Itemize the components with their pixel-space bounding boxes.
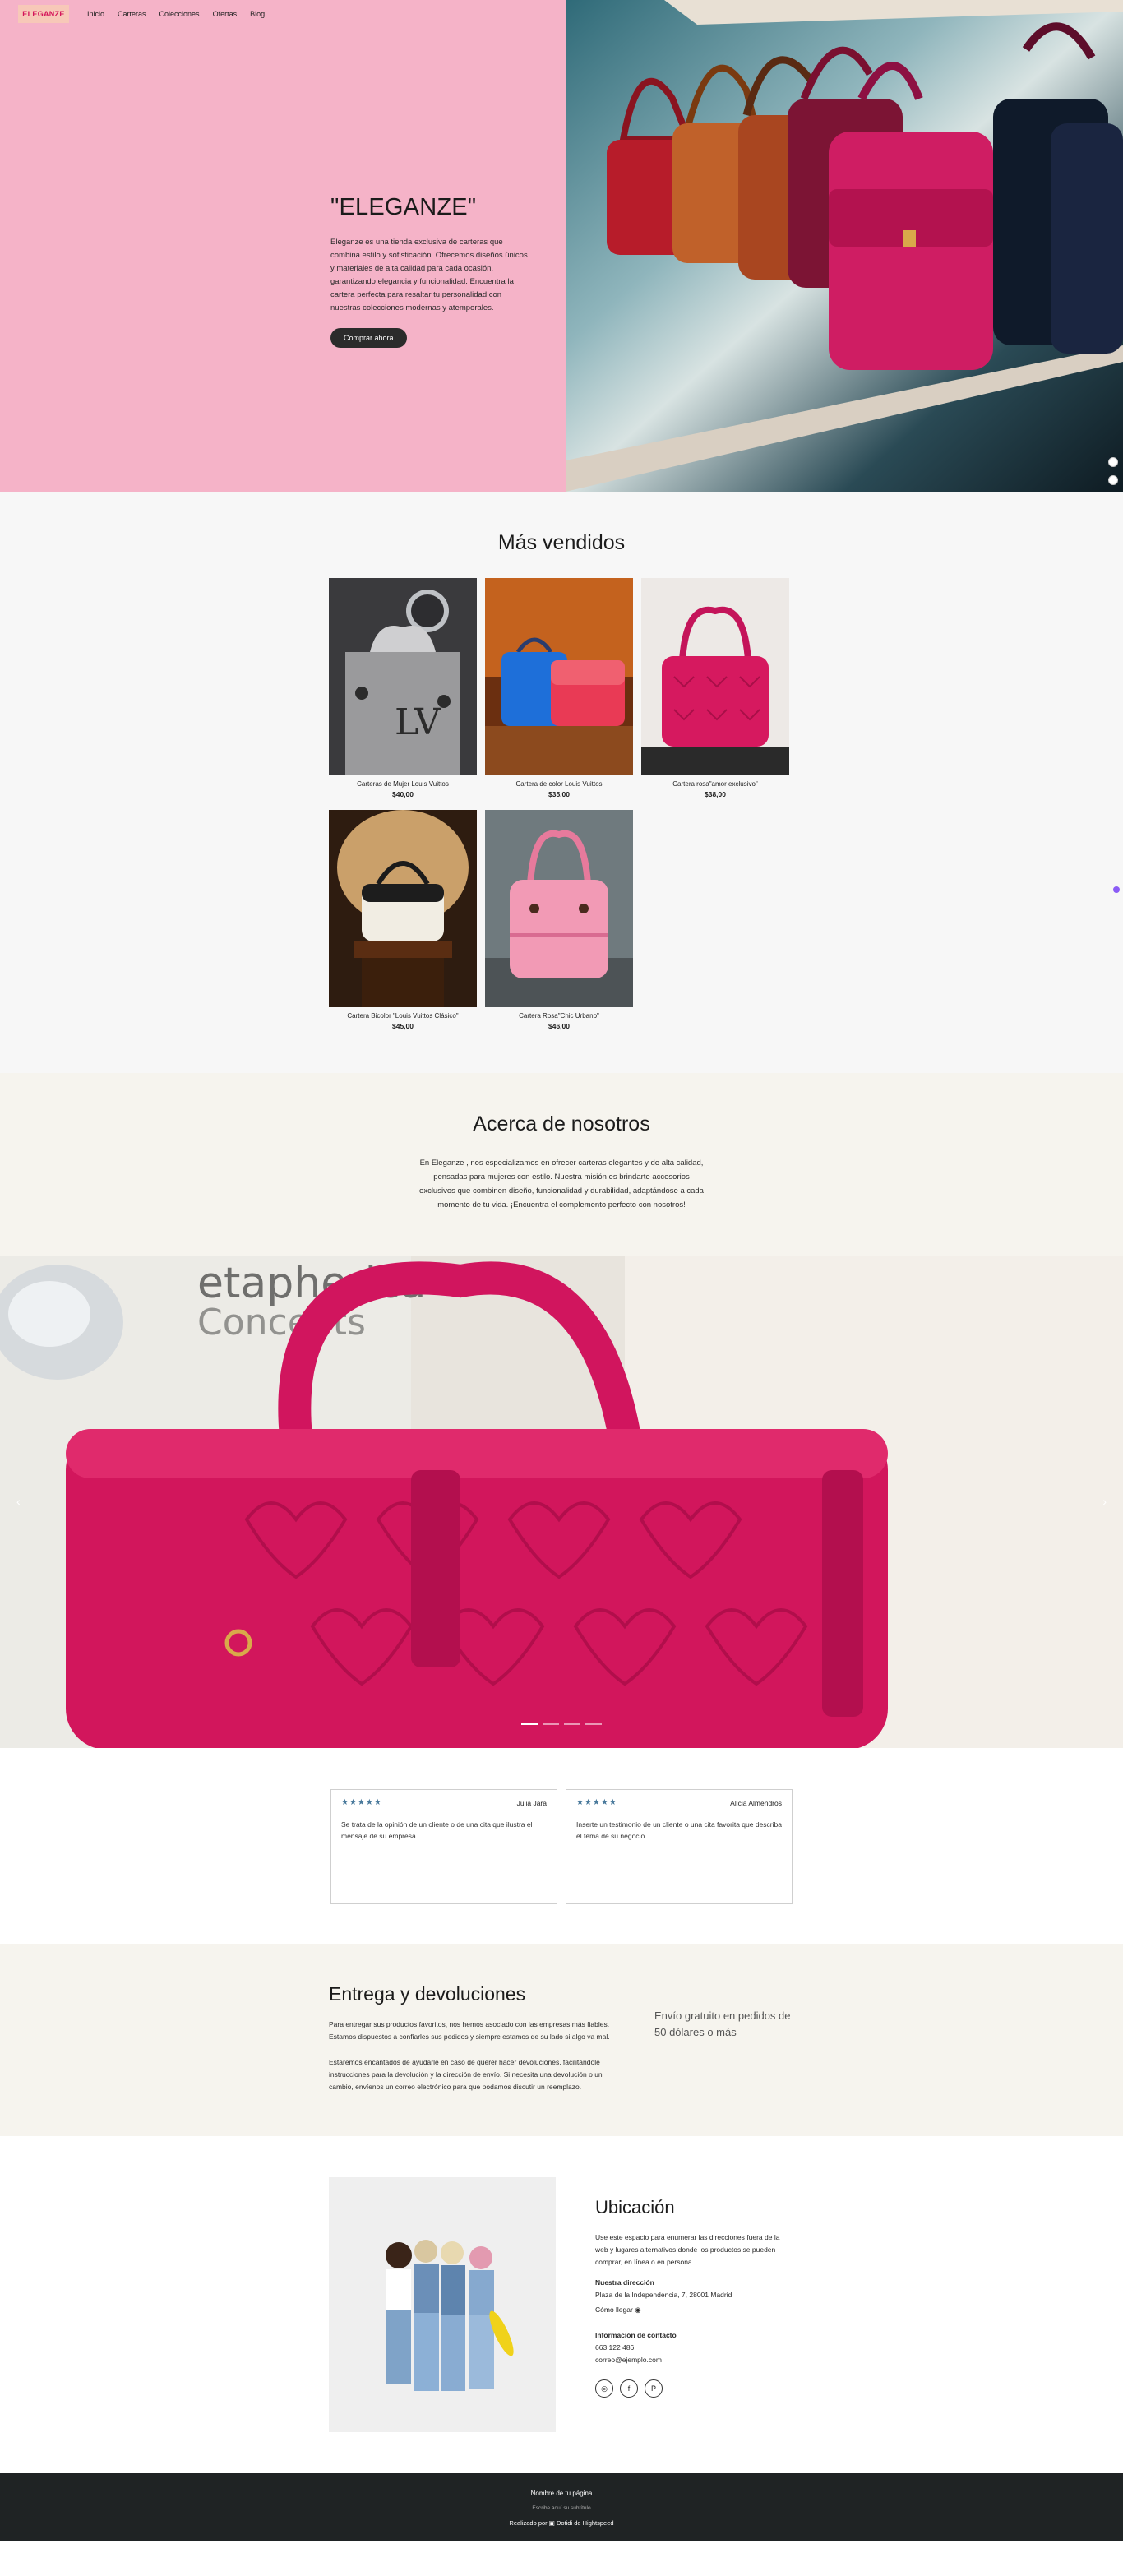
floating-action-icon[interactable] — [1108, 475, 1118, 485]
slider-prev-icon[interactable]: ‹ — [16, 1495, 21, 1508]
reviewer-name: Julia Jara — [516, 1798, 547, 1807]
bestsellers-title: Más vendidos — [497, 531, 626, 554]
product-price: $38,00 — [705, 790, 726, 798]
nav-item-inicio[interactable]: Inicio — [87, 10, 104, 18]
facebook-icon[interactable]: f — [620, 2379, 638, 2398]
reviews-section: ★★★★★ Julia Jara Se trata de la opinión … — [0, 1748, 1123, 1944]
phone-text[interactable]: 663 122 486 — [595, 2342, 794, 2354]
hero-image — [566, 0, 1123, 492]
chat-widget-icon[interactable] — [1113, 886, 1120, 893]
hero-section: ELEGANZE Inicio Carteras Colecciones Ofe… — [0, 0, 1123, 492]
site-logo[interactable]: ELEGANZE — [18, 5, 69, 23]
social-links: ◎ f P — [595, 2379, 794, 2398]
rating-stars-icon: ★★★★★ — [341, 1798, 382, 1807]
product-card[interactable]: Cartera Rosa"Chic Urbano" $46,00 — [485, 810, 633, 1030]
product-card[interactable]: Cartera Bicolor "Louis Vuittos Clásico" … — [329, 810, 477, 1030]
svg-text:LV: LV — [395, 701, 441, 743]
product-card[interactable]: Cartera de color Louis Vuittos $35,00 — [485, 578, 633, 798]
slider-dot[interactable] — [585, 1723, 602, 1725]
product-name[interactable]: Cartera Bicolor "Louis Vuittos Clásico" — [329, 1012, 477, 1020]
location-intro: Use este espacio para enumerar las direc… — [595, 2233, 780, 2266]
review-card: ★★★★★ Julia Jara Se trata de la opinión … — [330, 1789, 557, 1904]
slider-dot[interactable] — [564, 1723, 580, 1725]
slider-dot[interactable] — [543, 1723, 559, 1725]
review-card: ★★★★★ Alicia Almendros Inserte un testim… — [566, 1789, 793, 1904]
product-name[interactable]: Carteras de Mujer Louis Vuittos — [329, 780, 477, 788]
nav-item-ofertas[interactable]: Ofertas — [213, 10, 238, 18]
nav-item-blog[interactable]: Blog — [250, 10, 265, 18]
product-price: $40,00 — [392, 790, 414, 798]
hero-title: "ELEGANZE" — [330, 194, 477, 220]
directions-link[interactable]: Cómo llegar — [595, 2305, 633, 2314]
hero-description: Eleganze es una tienda exclusiva de cart… — [330, 238, 528, 312]
contact-label: Información de contacto — [595, 2331, 677, 2339]
slider-next-icon[interactable]: › — [1102, 1495, 1107, 1508]
footer: Nombre de tu página Escribe aquí su subt… — [0, 2473, 1123, 2541]
image-slider: etapherica Concepts ‹ › — [0, 1256, 1123, 1748]
about-title: Acerca de nosotros — [473, 1112, 650, 1135]
main-nav: Inicio Carteras Colecciones Ofertas Blog — [87, 10, 265, 18]
hero-text-panel: "ELEGANZE" Eleganze es una tienda exclus… — [0, 0, 566, 492]
delivery-section: Entrega y devoluciones Para entregar sus… — [0, 1944, 1123, 2136]
nav-item-carteras[interactable]: Carteras — [118, 10, 146, 18]
product-name[interactable]: Cartera rosa"amor exclusivo" — [641, 780, 789, 788]
product-name[interactable]: Cartera Rosa"Chic Urbano" — [485, 1012, 633, 1020]
header: ELEGANZE Inicio Carteras Colecciones Ofe… — [0, 0, 566, 28]
handbags-on-shelf-image — [566, 0, 1123, 492]
location-section: Ubicación Use este espacio para enumerar… — [0, 2136, 1123, 2473]
delivery-title: Entrega y devoluciones — [329, 1983, 526, 2005]
floating-action-icon[interactable] — [1108, 457, 1118, 467]
about-section: Acerca de nosotros En Eleganze , nos esp… — [0, 1073, 1123, 1256]
address-label: Nuestra dirección — [595, 2278, 654, 2287]
product-image[interactable] — [641, 578, 789, 775]
product-image[interactable] — [485, 810, 633, 1007]
footer-subtitle: Escribe aquí su subtítulo — [532, 2505, 591, 2511]
review-text: Se trata de la opinión de un cliente o d… — [341, 1820, 533, 1840]
product-image[interactable] — [329, 810, 477, 1007]
returns-paragraph: Estaremos encantados de ayudarle en caso… — [329, 2058, 603, 2091]
address-text: Plaza de la Independencia, 7, 28001 Madr… — [595, 2291, 732, 2299]
bestsellers-section: Más vendidos LV Carteras de Mujer Louis … — [0, 492, 1123, 1073]
rating-stars-icon: ★★★★★ — [576, 1798, 617, 1807]
location-title: Ubicación — [595, 2197, 675, 2218]
product-card[interactable]: LV Carteras de Mujer Louis Vuittos $40,0… — [329, 578, 477, 798]
reviewer-name: Alicia Almendros — [730, 1798, 782, 1807]
footer-credit[interactable]: Realizado por ▣ Dotidi de Hightspeed — [0, 2519, 1123, 2527]
pinterest-icon[interactable]: P — [645, 2379, 663, 2398]
review-text: Inserte un testimonio de un cliente o un… — [576, 1820, 782, 1840]
footer-site-name: Nombre de tu página — [530, 2490, 593, 2497]
location-pin-icon: ◉ — [635, 2305, 641, 2314]
slider-pagination — [521, 1723, 602, 1725]
product-image[interactable] — [485, 578, 633, 775]
group-photo — [329, 2177, 556, 2432]
product-name[interactable]: Cartera de color Louis Vuittos — [485, 780, 633, 788]
slider-image: etapherica Concepts — [0, 1256, 1123, 1748]
product-grid: LV Carteras de Mujer Louis Vuittos $40,0… — [329, 578, 794, 1030]
product-image[interactable]: LV — [329, 578, 477, 775]
instagram-icon[interactable]: ◎ — [595, 2379, 613, 2398]
slider-dot[interactable] — [521, 1723, 538, 1725]
product-price: $46,00 — [548, 1022, 570, 1030]
about-text: En Eleganze , nos especializamos en ofre… — [419, 1159, 704, 1209]
email-link[interactable]: correo@ejemplo.com — [595, 2354, 794, 2366]
shop-now-button[interactable]: Comprar ahora — [330, 328, 407, 348]
product-price: $45,00 — [392, 1022, 414, 1030]
free-shipping-promo: Envío gratuito en pedidos de 50 dólares … — [654, 2009, 791, 2038]
nav-item-colecciones[interactable]: Colecciones — [159, 10, 200, 18]
product-card[interactable]: Cartera rosa"amor exclusivo" $38,00 — [641, 578, 789, 798]
delivery-paragraph: Para entregar sus productos favoritos, n… — [329, 2020, 610, 2041]
product-price: $35,00 — [548, 790, 570, 798]
